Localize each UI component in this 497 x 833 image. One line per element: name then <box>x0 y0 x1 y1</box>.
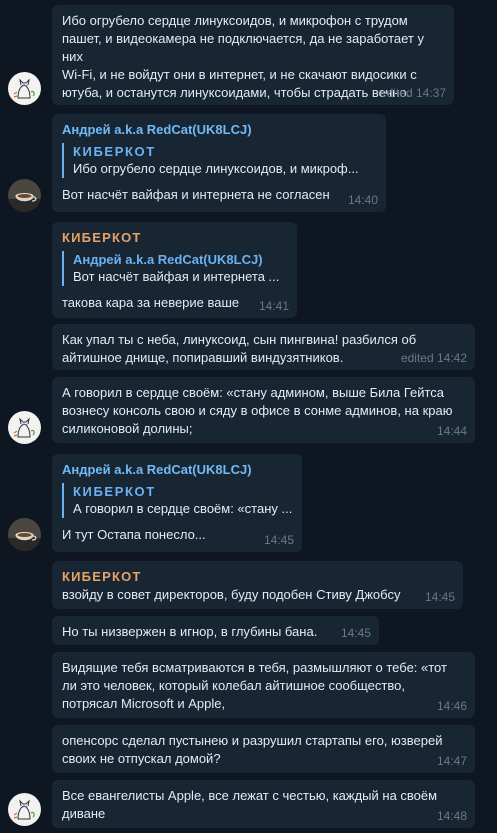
message-time: 14:45 <box>263 533 294 547</box>
message-bubble[interactable]: Видящие тебя всматриваются в тебя, размы… <box>52 652 475 718</box>
message-time: 14:48 <box>436 809 467 823</box>
sender-name[interactable]: Андрей a.k.a RedCat(UK8LCJ) <box>62 121 376 139</box>
message-text: И тут Остапа понесло... <box>62 527 206 542</box>
message-bubble[interactable]: Андрей a.k.a RedCat(UK8LCJ) КИБЕРКОТ Ибо… <box>52 114 386 212</box>
message-bubble[interactable]: Все евангелисты Apple, все лежат с честь… <box>52 780 475 828</box>
message-text: Все евангелисты Apple, все лежат с честь… <box>62 788 438 821</box>
cat-sketch-icon <box>8 793 41 826</box>
avatar-kiberkot[interactable] <box>8 793 41 826</box>
cat-sketch-icon <box>8 72 41 105</box>
message-text: А говорил в сердце своём: «стану админом… <box>62 385 453 436</box>
message-bubble[interactable]: опенсорс сделал пустынею и разрушил стар… <box>52 725 475 773</box>
message-time: edited 14:42 <box>400 351 467 365</box>
teacup-photo-icon <box>8 518 41 551</box>
reply-quote[interactable]: Андрей a.k.a RedCat(UK8LCJ) Вот насчёт в… <box>62 251 287 286</box>
message-text: Вот насчёт вайфая и интернета не согласе… <box>62 187 330 202</box>
message-time: 14:44 <box>436 424 467 438</box>
cat-sketch-icon <box>8 411 41 444</box>
reply-quote[interactable]: КИБЕРКОТ Ибо огрубело сердце линуксоидов… <box>62 143 376 178</box>
message-time: 14:41 <box>258 299 289 313</box>
avatar-kiberkot[interactable] <box>8 411 41 444</box>
message-bubble[interactable]: Как упал ты с неба, линуксоид, сын пингв… <box>52 324 475 370</box>
sender-name[interactable]: КИБЕРКОТ <box>62 229 287 247</box>
message-time: 14:40 <box>347 193 378 207</box>
message-time: 14:47 <box>436 754 467 768</box>
message-bubble[interactable]: Андрей a.k.a RedCat(UK8LCJ) КИБЕРКОТ А г… <box>52 454 302 552</box>
reply-text: Вот насчёт вайфая и интернета ... <box>73 269 280 284</box>
avatar-kiberkot[interactable] <box>8 72 41 105</box>
reply-text: А говорил в сердце своём: «стану ... <box>73 501 292 516</box>
teacup-photo-icon <box>8 179 41 212</box>
sender-name[interactable]: КИБЕРКОТ <box>62 568 453 586</box>
message-bubble[interactable]: Но ты низвержен в игнор, в глубины бана.… <box>52 616 379 645</box>
message-text: взойду в совет директоров, буду подобен … <box>62 587 401 602</box>
message-bubble[interactable]: КИБЕРКОТ взойду в совет директоров, буду… <box>52 561 463 609</box>
message-bubble[interactable]: Ибо огрубело сердце линуксоидов, и микро… <box>52 5 454 105</box>
message-text: опенсорс сделал пустынею и разрушил стар… <box>62 733 443 766</box>
message-text: Но ты низвержен в игнор, в глубины бана. <box>62 624 318 639</box>
reply-sender-name: КИБЕРКОТ <box>73 144 156 159</box>
message-time: 14:46 <box>436 699 467 713</box>
reply-quote[interactable]: КИБЕРКОТ А говорил в сердце своём: «стан… <box>62 483 292 518</box>
reply-sender-name: Андрей a.k.a RedCat(UK8LCJ) <box>73 252 263 267</box>
reply-sender-name: КИБЕРКОТ <box>73 484 156 499</box>
reply-text: Ибо огрубело сердце линуксоидов, и микро… <box>73 161 359 176</box>
sender-name[interactable]: Андрей a.k.a RedCat(UK8LCJ) <box>62 461 292 479</box>
message-time: edited 14:37 <box>379 86 446 100</box>
message-text: Видящие тебя всматриваются в тебя, размы… <box>62 660 447 711</box>
avatar-andrey[interactable] <box>8 179 41 212</box>
message-text: такова кара за неверие ваше <box>62 295 240 310</box>
message-bubble[interactable]: А говорил в сердце своём: «стану админом… <box>52 377 475 443</box>
message-time: 14:45 <box>424 590 455 604</box>
message-time: 14:45 <box>340 626 371 640</box>
message-bubble[interactable]: КИБЕРКОТ Андрей a.k.a RedCat(UK8LCJ) Вот… <box>52 222 297 318</box>
avatar-andrey[interactable] <box>8 518 41 551</box>
